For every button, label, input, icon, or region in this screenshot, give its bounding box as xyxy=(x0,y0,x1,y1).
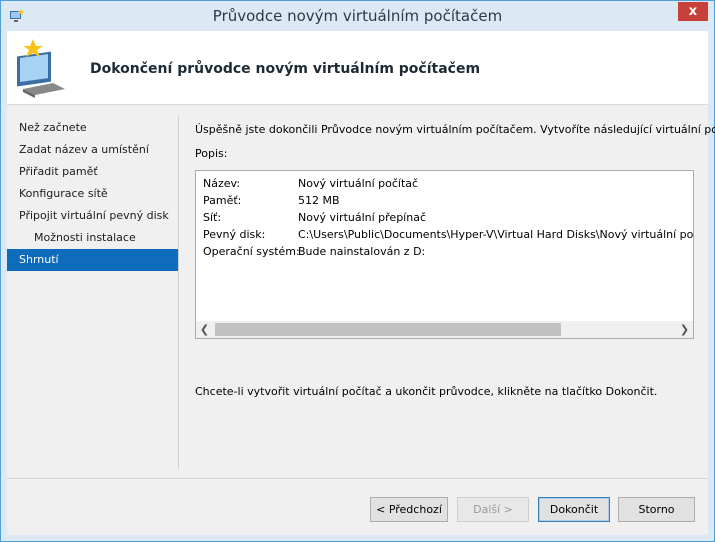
summary-value: Nový virtuální přepínač xyxy=(298,211,426,224)
description-label: Popis: xyxy=(195,147,228,160)
nav-item-summary[interactable]: Shrnutí xyxy=(7,249,179,271)
nav-item-assign-memory[interactable]: Přiřadit paměť xyxy=(7,161,179,183)
summary-value: Bude nainstalován z D: xyxy=(298,245,426,258)
intro-text: Úspěšně jste dokončili Průvodce novým vi… xyxy=(195,123,715,136)
description-box[interactable]: Název: Nový virtuální počítač Paměť: 512… xyxy=(195,170,694,339)
scrollbar-thumb[interactable] xyxy=(215,323,561,336)
close-icon: x xyxy=(688,4,698,19)
window-title: Průvodce novým virtuálním počítačem xyxy=(212,7,503,25)
summary-key: Název: xyxy=(203,177,241,190)
next-button[interactable]: Další > xyxy=(457,497,529,522)
nav-divider xyxy=(178,116,179,469)
wizard-header: Dokončení průvodce novým virtuálním počí… xyxy=(7,31,708,105)
summary-value: Nový virtuální počítač xyxy=(298,177,419,190)
scroll-right-icon[interactable]: ❯ xyxy=(676,321,693,338)
summary-key: Paměť: xyxy=(203,194,242,207)
scroll-left-icon[interactable]: ❮ xyxy=(196,321,213,338)
summary-key: Operační systém: xyxy=(203,245,300,258)
nav-item-connect-virtual-hard-disk[interactable]: Připojit virtuální pevný disk xyxy=(7,205,179,227)
summary-value: C:\Users\Public\Documents\Hyper-V\Virtua… xyxy=(298,228,694,241)
summary-key: Síť: xyxy=(203,211,222,224)
wizard-steps-nav: Než začnete Zadat název a umístění Přiřa… xyxy=(7,117,179,271)
nav-item-configure-networking[interactable]: Konfigurace sítě xyxy=(7,183,179,205)
finish-instruction-text: Chcete-li vytvořit virtuální počítač a u… xyxy=(195,385,658,398)
previous-button[interactable]: < Předchozí xyxy=(370,497,448,522)
cancel-button[interactable]: Storno xyxy=(618,497,695,522)
title-bar[interactable]: Průvodce novým virtuálním počítačem x xyxy=(1,1,714,31)
new-virtual-machine-icon xyxy=(17,39,65,98)
close-button[interactable]: x xyxy=(678,2,708,21)
nav-item-installation-options[interactable]: Možnosti instalace xyxy=(7,227,179,249)
nav-item-before-you-begin[interactable]: Než začnete xyxy=(7,117,179,139)
finish-button[interactable]: Dokončit xyxy=(538,497,610,522)
wizard-window: Průvodce novým virtuálním počítačem x Do… xyxy=(0,0,715,542)
summary-key: Pevný disk: xyxy=(203,228,266,241)
summary-value: 512 MB xyxy=(298,194,340,207)
nav-item-name-and-location[interactable]: Zadat název a umístění xyxy=(7,139,179,161)
footer-divider xyxy=(7,478,708,479)
wizard-content: Dokončení průvodce novým virtuálním počí… xyxy=(7,31,715,535)
page-title: Dokončení průvodce novým virtuálním počí… xyxy=(90,61,481,77)
horizontal-scrollbar[interactable]: ❮ ❯ xyxy=(196,321,693,338)
